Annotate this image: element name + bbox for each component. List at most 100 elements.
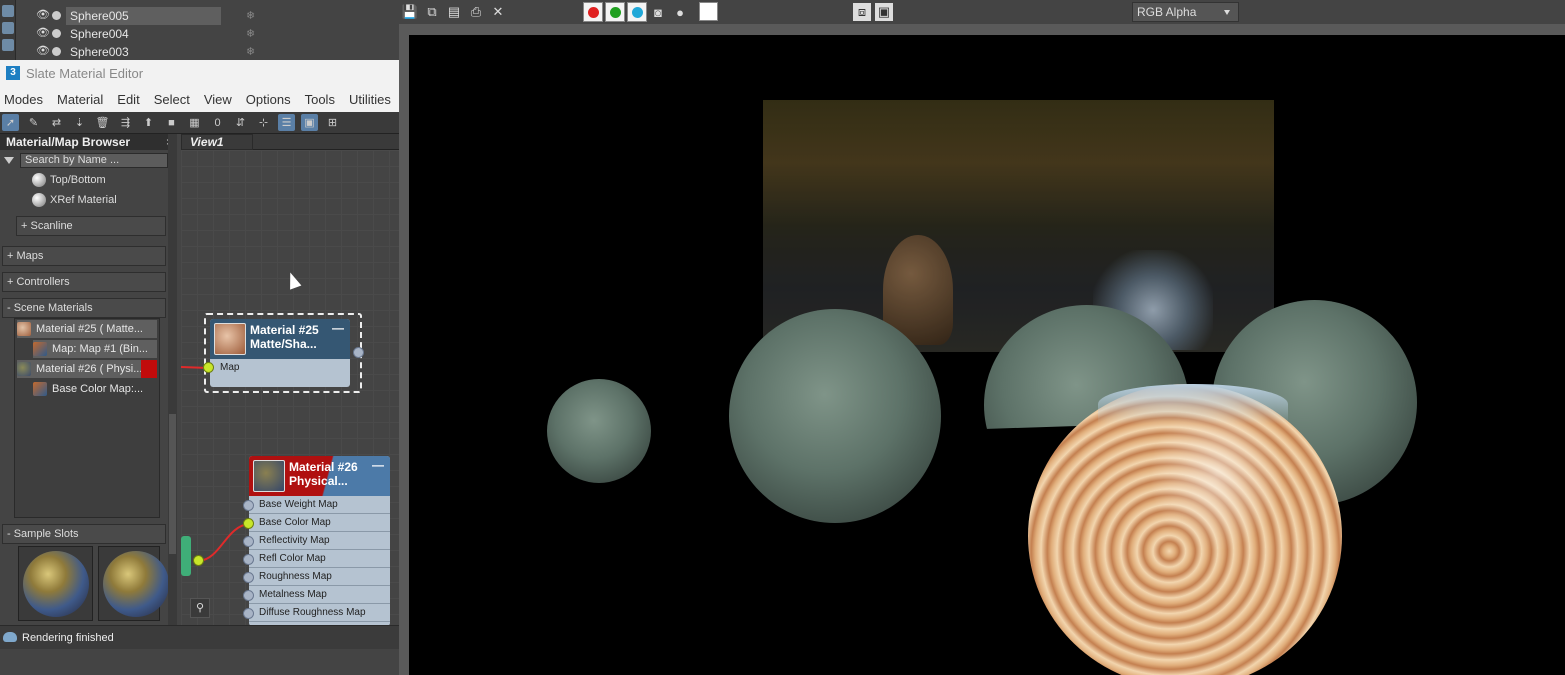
pick-material-icon[interactable]: ✎ (25, 114, 42, 131)
minimize-icon[interactable]: — (372, 458, 384, 472)
green-channel-toggle[interactable] (605, 2, 625, 22)
select-by-material-icon[interactable]: ⬆ (140, 114, 157, 131)
alpha-channel-icon[interactable]: ◙ (649, 3, 667, 21)
layer-icon[interactable] (2, 22, 14, 34)
layout-children-icon[interactable]: ⊹ (255, 114, 272, 131)
render-dot-icon[interactable] (52, 29, 61, 38)
explorer-row-sphere004[interactable]: 👁 Sphere004 ❄ (30, 25, 285, 43)
menu-modes[interactable]: Modes (4, 92, 43, 107)
scene-map-1[interactable]: Map: Map #1 (Bin... (33, 340, 157, 358)
eye-icon[interactable]: 👁 (36, 28, 50, 39)
red-channel-toggle[interactable] (583, 2, 603, 22)
scene-material-25[interactable]: Material #25 ( Matte... (17, 320, 157, 338)
filter-icon[interactable] (2, 39, 14, 51)
input-socket[interactable] (243, 500, 254, 511)
binoculars-icon[interactable]: ⚲ (190, 598, 210, 618)
menu-options[interactable]: Options (246, 92, 291, 107)
show-shaded-icon[interactable]: ■ (163, 114, 180, 131)
node-slot-metalness[interactable]: Metalness Map (249, 586, 390, 604)
browser-item-top-bottom[interactable]: Top/Bottom (32, 171, 106, 189)
put-to-scene-icon[interactable]: ⇄ (48, 114, 65, 131)
rollout-scene-materials[interactable]: - Scene Materials (2, 298, 166, 318)
input-socket[interactable] (243, 608, 254, 619)
object-name[interactable]: Sphere004 (66, 25, 221, 43)
save-image-icon[interactable]: 💾 (401, 3, 419, 21)
output-socket[interactable] (193, 555, 204, 566)
node-slot-refl-color[interactable]: Refl Color Map (249, 550, 390, 568)
node-slot-base-color[interactable]: Base Color Map (249, 514, 390, 532)
print-icon[interactable]: ⎙ (467, 3, 485, 21)
object-name[interactable]: Sphere003 (66, 43, 221, 61)
input-socket[interactable] (243, 536, 254, 547)
node-slot-map[interactable]: Map (210, 359, 350, 377)
freeze-icon[interactable]: ❄ (246, 43, 255, 61)
freeze-icon[interactable]: ❄ (246, 25, 255, 43)
material-node-25[interactable]: Material #25 Matte/Sha... — Map (204, 313, 362, 393)
navigator-icon[interactable]: ⊞ (324, 114, 341, 131)
search-input[interactable]: Search by Name ... (20, 152, 168, 168)
background-icon[interactable]: ▦ (186, 114, 203, 131)
browser-scrollbar[interactable] (168, 134, 177, 625)
parameter-editor-toggle-icon[interactable]: ▣ (301, 114, 318, 131)
toggle-ui-icon[interactable]: ▣ (875, 3, 893, 21)
node-header[interactable]: Material #25 Matte/Sha... — (210, 319, 350, 359)
material-browser-toggle-icon[interactable]: ☰ (278, 114, 295, 131)
node-slot-reflectivity[interactable]: Reflectivity Map (249, 532, 390, 550)
rollout-scanline[interactable]: + Scanline (16, 216, 166, 236)
search-options-icon[interactable] (4, 156, 14, 164)
object-name[interactable]: Sphere005 (66, 7, 221, 25)
menu-select[interactable]: Select (154, 92, 190, 107)
scene-base-color-map[interactable]: Base Color Map:... (33, 380, 157, 398)
window-titlebar[interactable]: 3 Slate Material Editor (0, 60, 399, 87)
menu-edit[interactable]: Edit (117, 92, 139, 107)
node-slot-diffuse-roughness[interactable]: Diffuse Roughness Map (249, 604, 390, 622)
freeze-icon[interactable]: ❄ (246, 7, 255, 25)
status-text: Rendering finished (22, 632, 114, 644)
rollout-controllers[interactable]: + Controllers (2, 272, 166, 292)
select-tool-icon[interactable]: ➚ (2, 114, 19, 131)
explorer-row-sphere005[interactable]: 👁 Sphere005 ❄ (30, 7, 285, 25)
node-slot-roughness[interactable]: Roughness Map (249, 568, 390, 586)
explorer-row-sphere003[interactable]: 👁 Sphere003 ❄ (30, 43, 285, 61)
menu-material[interactable]: Material (57, 92, 103, 107)
material-node-26[interactable]: Material #26 Physical... — Base Weight Ma… (249, 456, 390, 626)
blue-channel-toggle[interactable] (627, 2, 647, 22)
minimize-icon[interactable]: — (332, 321, 344, 335)
browser-item-xref[interactable]: XRef Material (32, 191, 117, 209)
clone-frame-icon[interactable]: ▤ (445, 3, 463, 21)
render-dot-icon[interactable] (52, 11, 61, 20)
sample-slot-1[interactable] (18, 546, 93, 621)
menu-view[interactable]: View (204, 92, 232, 107)
input-socket[interactable] (243, 518, 254, 529)
sample-slot-2[interactable] (98, 546, 169, 621)
delete-icon[interactable]: 🗑 (94, 114, 111, 131)
rollout-maps[interactable]: + Maps (2, 246, 166, 266)
node-slot-base-weight[interactable]: Base Weight Map (249, 496, 390, 514)
layout-all-icon[interactable]: ⇵ (232, 114, 249, 131)
display-icon[interactable] (2, 5, 14, 17)
scene-material-26[interactable]: Material #26 ( Physi... (17, 360, 141, 378)
move-children-icon[interactable]: ⇶ (117, 114, 134, 131)
menu-utilities[interactable]: Utilities (349, 92, 391, 107)
toggle-ui-overlay-icon[interactable]: ⧈ (853, 3, 871, 21)
render-dot-icon[interactable] (52, 47, 61, 56)
output-socket[interactable] (353, 347, 364, 358)
input-socket[interactable] (243, 554, 254, 565)
clear-icon[interactable]: ✕ (489, 3, 507, 21)
eye-icon[interactable]: 👁 (36, 10, 50, 21)
eye-icon[interactable]: 👁 (36, 46, 50, 57)
sample-type-icon[interactable]: 0 (209, 114, 226, 131)
input-socket[interactable] (203, 362, 214, 373)
menu-tools[interactable]: Tools (305, 92, 335, 107)
input-socket[interactable] (243, 590, 254, 601)
scrollbar-thumb[interactable] (169, 414, 176, 554)
display-channel-select[interactable]: RGB Alpha (1132, 2, 1239, 22)
rollout-sample-slots[interactable]: - Sample Slots (2, 524, 166, 544)
copy-image-icon[interactable]: ⧉ (423, 3, 441, 21)
assign-material-icon[interactable]: ⇣ (71, 114, 88, 131)
node-header[interactable]: Material #26 Physical... — (249, 456, 390, 496)
swatch-color[interactable] (699, 2, 718, 21)
input-socket[interactable] (243, 572, 254, 583)
monochrome-icon[interactable]: ● (671, 3, 689, 21)
rendered-image[interactable] (409, 35, 1565, 675)
